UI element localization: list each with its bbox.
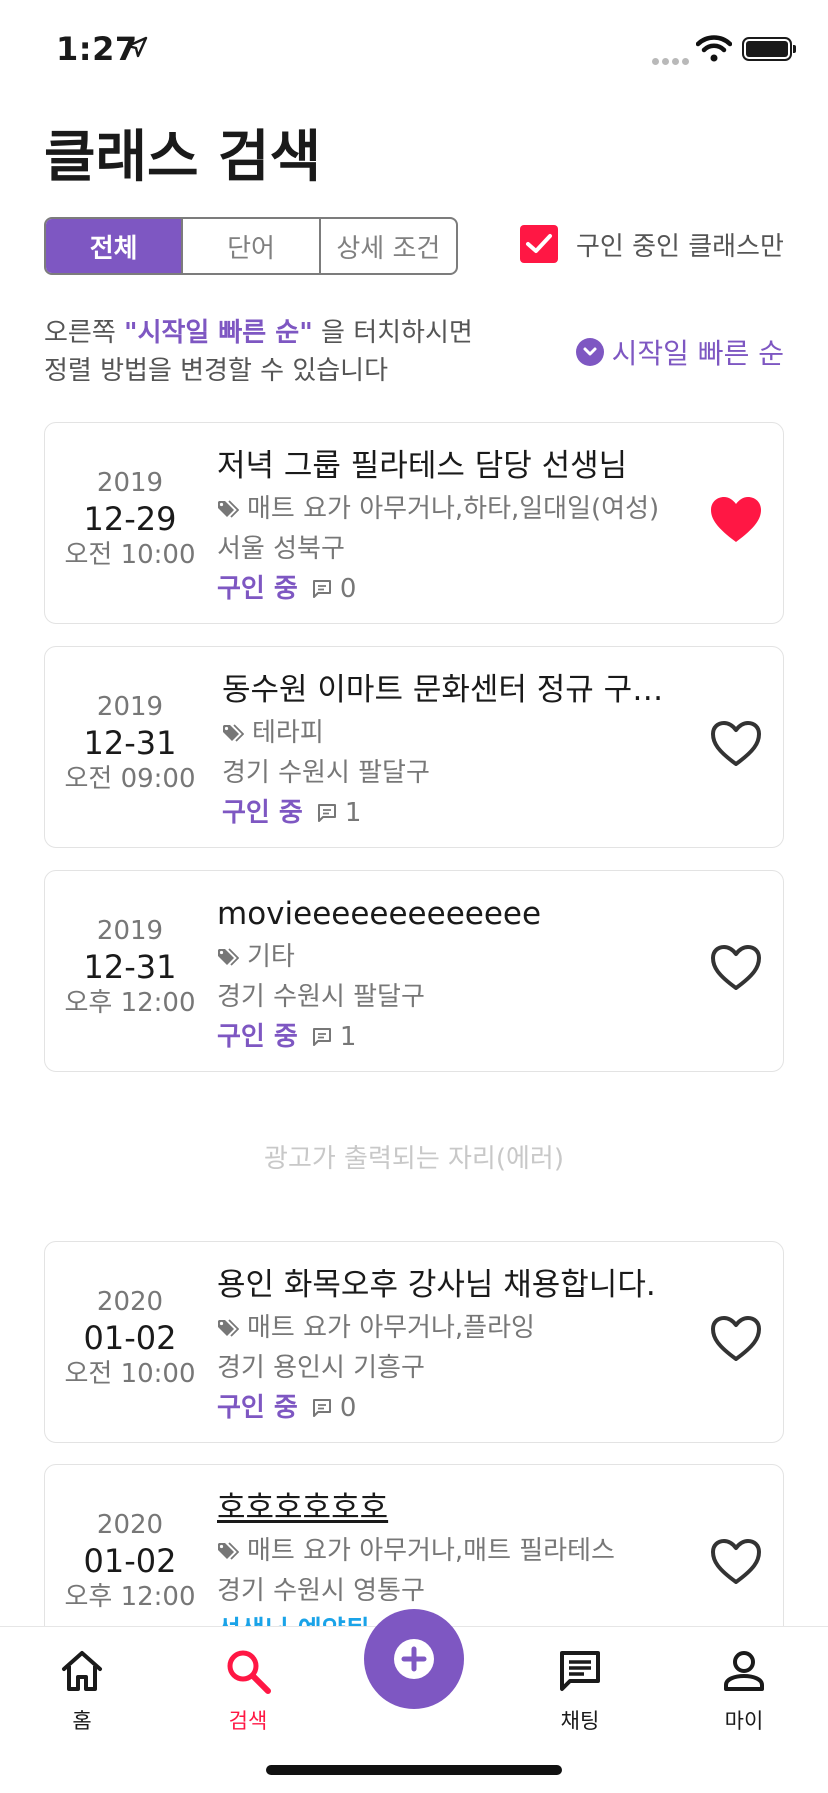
search-mode-segmented-control: 전체 단어 상세 조건 [44, 217, 458, 275]
comment-icon [317, 804, 336, 822]
page-title: 클래스 검색 [44, 125, 322, 190]
only-recruiting-checkbox[interactable] [520, 225, 558, 263]
comment-count: 1 [339, 1022, 357, 1052]
chevron-down-icon [575, 338, 604, 366]
listing-date: 2019 12-29 오전 10:00 [45, 467, 215, 571]
home-indicator [266, 1765, 562, 1775]
tag-icon [223, 724, 244, 742]
plus-circle-icon [394, 1639, 434, 1679]
listing-date: 2019 12-31 오후 12:00 [45, 915, 215, 1019]
cellular-signal-icon [652, 50, 692, 69]
listing-location: 경기 수원시 영통구 [217, 1576, 425, 1606]
listing-title: 동수원 이마트 문화센터 정규 구인합니다 [222, 672, 672, 708]
segment-detail-conditions[interactable]: 상세 조건 [321, 219, 456, 273]
search-icon [227, 1650, 271, 1694]
tab-search-label: 검색 [228, 1709, 268, 1733]
listing-time: 오전 10:00 [64, 1359, 196, 1389]
listing-title: movieeeeeeeeeeeee [217, 896, 542, 932]
listing-month-day: 12-31 [83, 724, 177, 762]
sort-order-button[interactable]: 시작일 빠른 순 [575, 332, 784, 372]
listing-time: 오후 12:00 [64, 1582, 196, 1612]
listing-title: 호호호호호호 [217, 1490, 389, 1526]
listing-location: 경기 수원시 팔달구 [217, 982, 425, 1012]
listing-month-day: 12-29 [83, 500, 177, 538]
tag-icon [218, 1319, 239, 1337]
listing-status-badge: 구인 중 [222, 798, 303, 828]
sort-order-label: 시작일 빠른 순 [611, 337, 784, 370]
comment-icon [312, 1028, 331, 1046]
listing-location: 경기 수원시 팔달구 [222, 758, 430, 788]
listing-tags: 매트 요가 아무거나,하타,일대일(여성) [217, 489, 747, 529]
listing-time: 오전 10:00 [64, 540, 196, 570]
class-listing-card[interactable]: 2019 12-31 오전 09:00 동수원 이마트 문화센터 정규 구인합니… [44, 646, 784, 848]
heart-outline-icon[interactable] [709, 719, 763, 769]
listing-title: 용인 화목오후 강사님 채용합니다. [217, 1267, 656, 1303]
wifi-icon [696, 35, 732, 62]
bottom-tab-bar: 홈 검색 채팅 마이 [0, 1609, 828, 1793]
tab-chat[interactable]: 채팅 [520, 1627, 640, 1735]
battery-icon [742, 37, 796, 61]
comment-icon [312, 1399, 331, 1417]
tab-my-label: 마이 [724, 1709, 764, 1733]
listing-tags: 매트 요가 아무거나,플라잉 [217, 1308, 747, 1348]
listing-year: 2020 [96, 1287, 164, 1317]
listing-title: 저녁 그룹 필라테스 담당 선생님 [217, 448, 628, 484]
tab-my[interactable]: 마이 [684, 1627, 804, 1735]
listing-time: 오전 09:00 [64, 764, 196, 794]
listing-time: 오후 12:00 [64, 988, 196, 1018]
heart-outline-icon[interactable] [709, 1314, 763, 1364]
listing-date: 2019 12-31 오전 09:00 [45, 691, 215, 795]
listing-tags: 기타 [217, 937, 747, 977]
listing-month-day: 01-02 [83, 1542, 177, 1580]
person-icon [724, 1651, 764, 1691]
tab-chat-label: 채팅 [560, 1709, 600, 1733]
sort-hint-highlight: "시작일 빠른 순" [124, 318, 313, 348]
checkmark-icon [526, 234, 552, 253]
listing-status-badge: 구인 중 [217, 1393, 298, 1423]
tag-icon [218, 948, 239, 966]
listing-month-day: 12-31 [83, 948, 177, 986]
chat-icon [560, 1651, 600, 1691]
create-post-fab[interactable] [364, 1609, 464, 1709]
listing-year: 2019 [96, 692, 164, 722]
comment-count: 0 [339, 574, 357, 604]
only-recruiting-filter[interactable]: 구인 중인 클래스만 [520, 225, 784, 263]
listing-tags: 매트 요가 아무거나,매트 필라테스 [217, 1531, 747, 1571]
listing-year: 2020 [96, 1510, 164, 1540]
comment-count: 1 [344, 798, 362, 828]
tag-icon [218, 500, 239, 518]
segment-all[interactable]: 전체 [46, 219, 184, 273]
listing-location: 경기 용인시 기흥구 [217, 1353, 425, 1383]
class-listing-card[interactable]: 2020 01-02 오전 10:00 용인 화목오후 강사님 채용합니다. 매… [44, 1241, 784, 1443]
class-listing-card[interactable]: 2019 12-29 오전 10:00 저녁 그룹 필라테스 담당 선생님 매트… [44, 422, 784, 624]
listing-year: 2019 [96, 916, 164, 946]
listing-date: 2020 01-02 오후 12:00 [45, 1509, 215, 1613]
heart-outline-icon[interactable] [709, 1537, 763, 1587]
listing-status-badge: 구인 중 [217, 1022, 298, 1052]
ad-placeholder: 광고가 출력되는 자리(에러) [264, 1144, 564, 1174]
tab-home[interactable]: 홈 [22, 1627, 142, 1735]
listing-year: 2019 [96, 468, 164, 498]
listing-month-day: 01-02 [83, 1319, 177, 1357]
tab-search[interactable]: 검색 [188, 1627, 308, 1735]
segment-keyword[interactable]: 단어 [183, 219, 321, 273]
listing-status-badge: 구인 중 [217, 574, 298, 604]
comment-icon [312, 580, 331, 598]
home-icon [62, 1651, 102, 1691]
listing-location: 서울 성북구 [217, 534, 345, 564]
comment-count: 0 [339, 1393, 357, 1423]
listing-date: 2020 01-02 오전 10:00 [45, 1286, 215, 1390]
location-arrow-icon [126, 36, 148, 58]
heart-filled-icon[interactable] [709, 495, 763, 545]
listing-tags: 테라피 [222, 713, 752, 753]
tab-home-label: 홈 [72, 1709, 92, 1733]
only-recruiting-label: 구인 중인 클래스만 [576, 231, 784, 262]
status-bar: 1:27 [0, 0, 828, 100]
tag-icon [218, 1542, 239, 1560]
heart-outline-icon[interactable] [709, 943, 763, 993]
sort-hint-text: 오른쪽 "시작일 빠른 순" 을 터치하시면 정렬 방법을 변경할 수 있습니다 [44, 318, 473, 386]
class-listing-card[interactable]: 2019 12-31 오후 12:00 movieeeeeeeeeeeee 기타… [44, 870, 784, 1072]
